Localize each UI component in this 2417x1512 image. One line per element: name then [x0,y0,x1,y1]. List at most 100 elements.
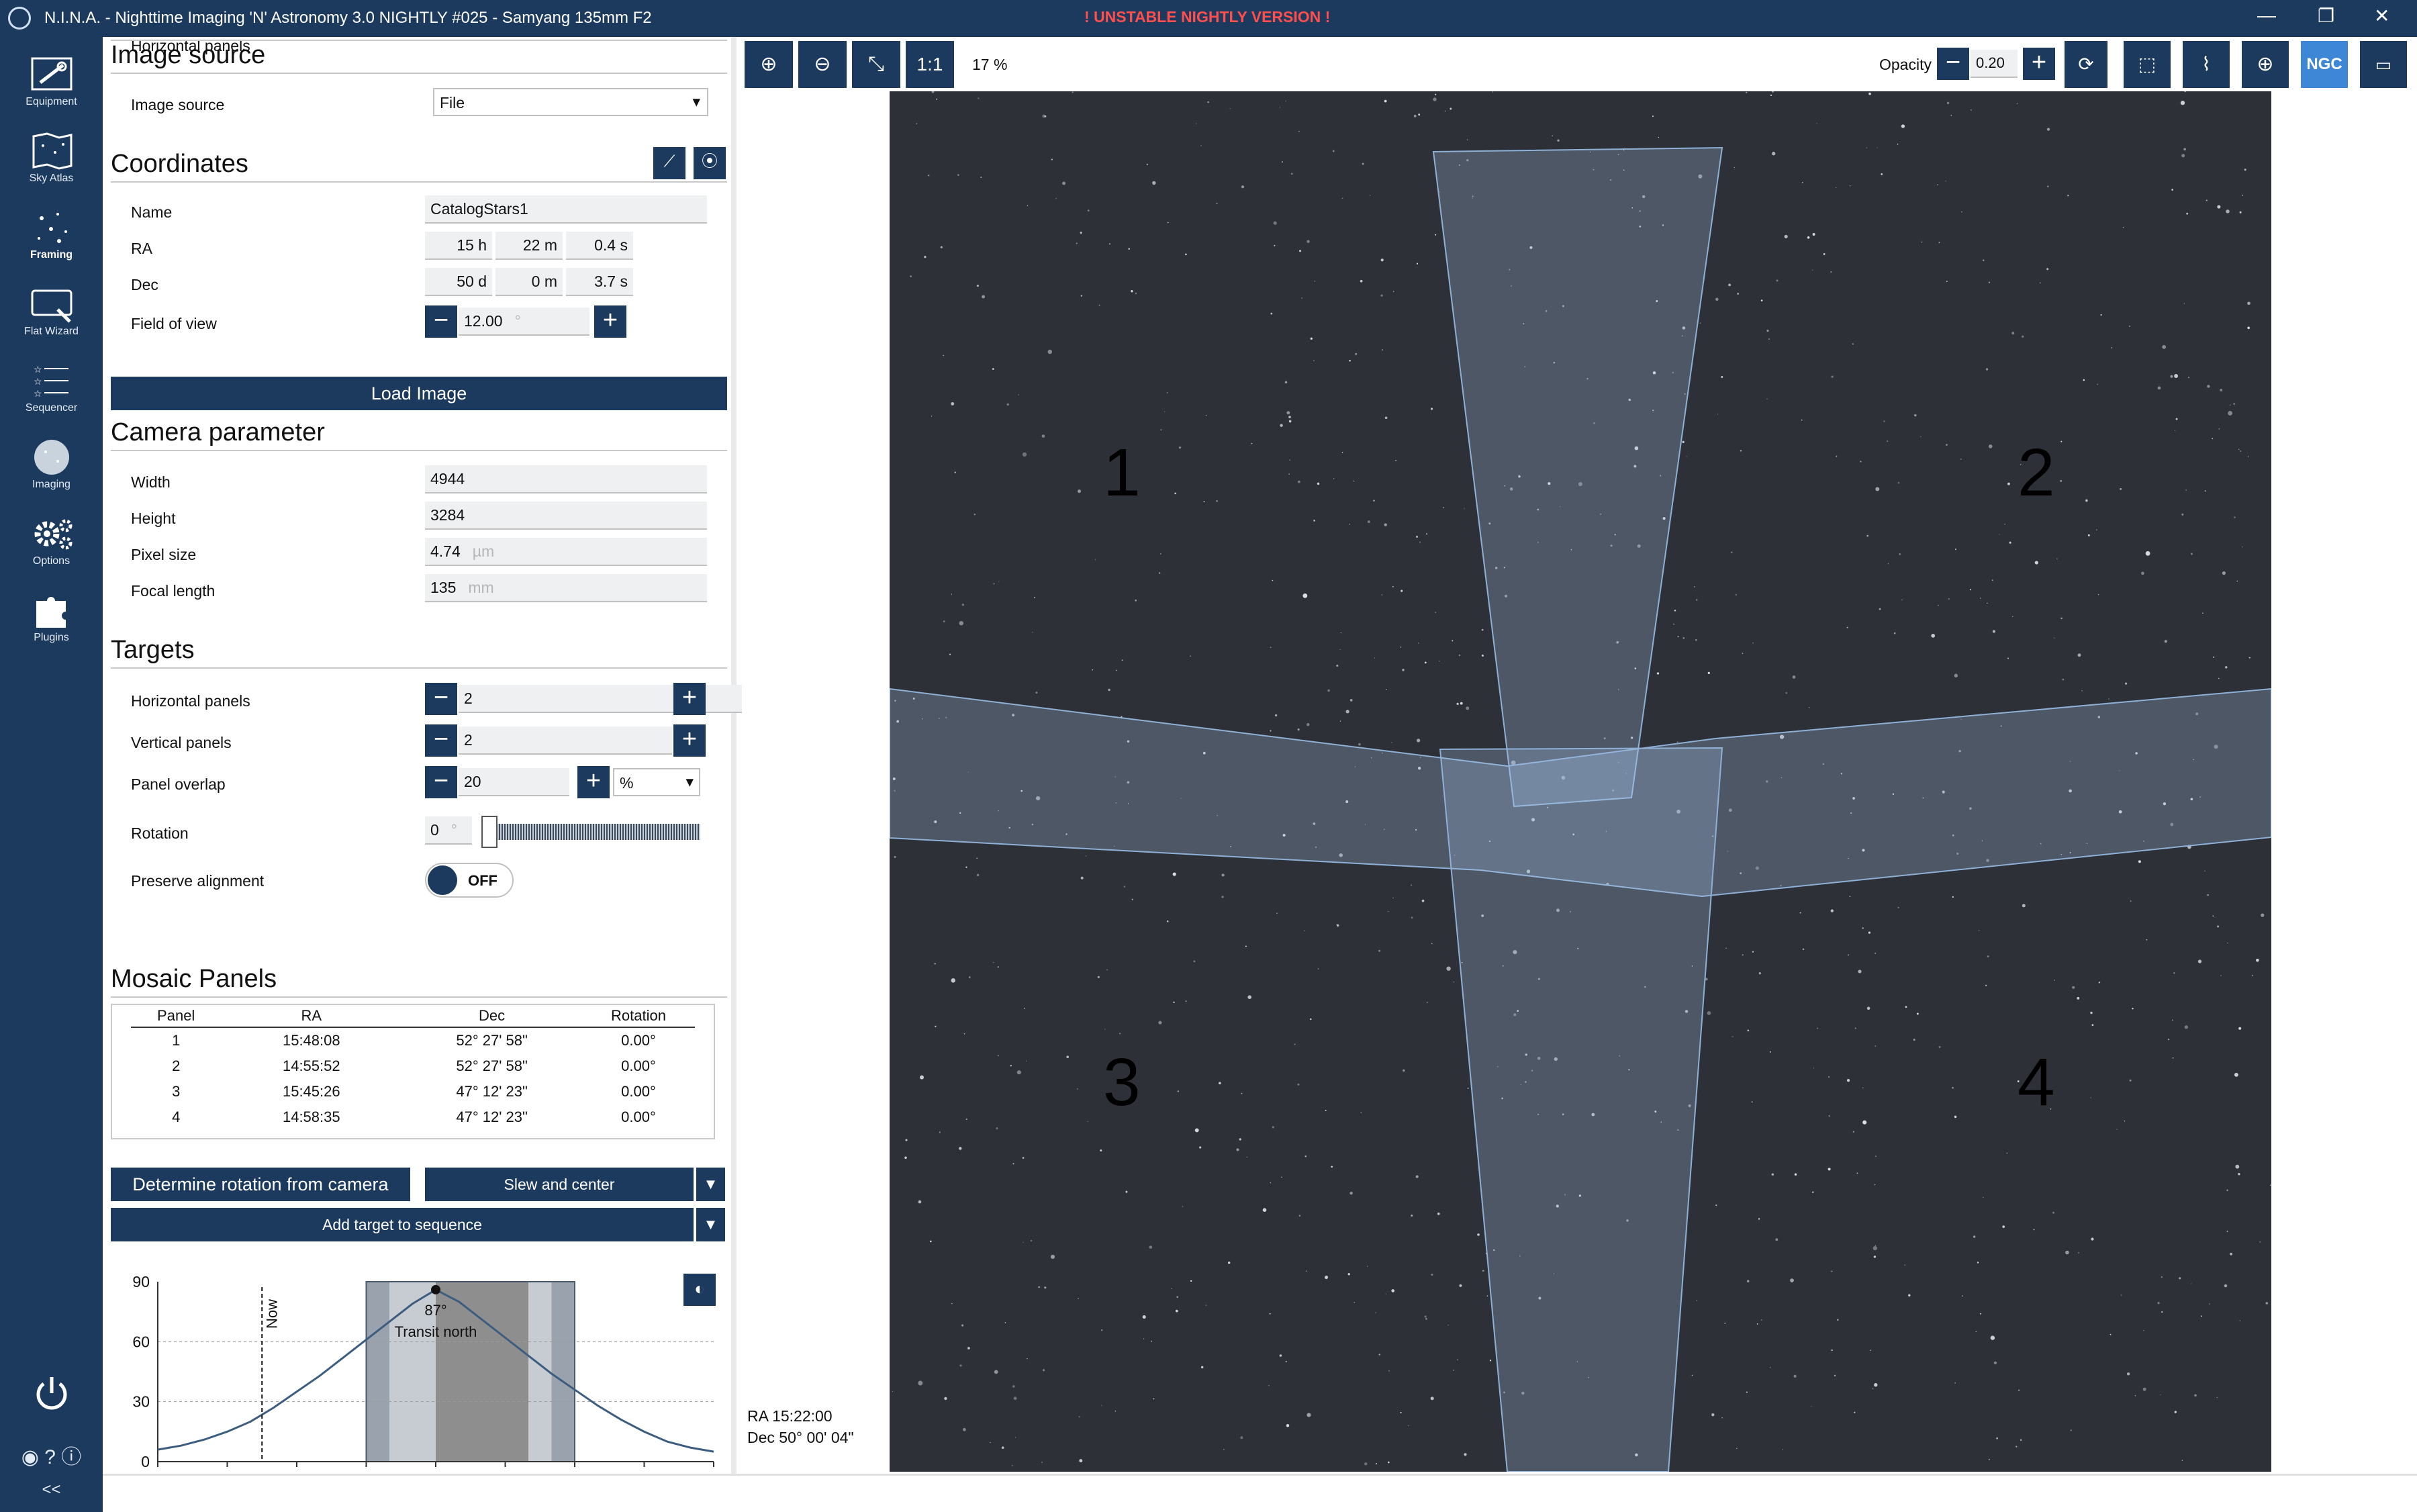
mosaic-panel-3-frame[interactable] [1439,747,1723,1472]
load-image-button[interactable]: Load Image [111,377,727,410]
ra-seconds-field[interactable]: 0.4 s [566,232,633,260]
maximize-button[interactable]: ❐ [2318,5,2334,27]
rotation-slider[interactable] [481,816,700,848]
opacity-field[interactable]: 0.20 [1971,50,2018,78]
cell: 3 [172,1083,181,1100]
overlap-decrease-button[interactable]: − [425,766,457,798]
star [1846,1078,1850,1082]
unit-m: m [544,273,557,290]
height-field[interactable]: 3284 [425,502,707,530]
minimize-button[interactable]: — [2257,5,2276,26]
fit-to-screen-button[interactable]: ⤡ [852,41,900,88]
constellation-boundaries-button[interactable]: ⬚ [2124,41,2171,88]
dso-map-button[interactable]: ▭ [2360,41,2407,88]
table-row[interactable]: 3 15:45:26 47° 12' 23" 0.00° [131,1079,695,1104]
star [1172,872,1176,876]
nav-options[interactable]: Options [0,511,103,585]
nav-equipment[interactable]: Equipment [0,52,103,126]
vpanels-increase-button[interactable]: + [673,724,706,757]
overlap-field[interactable]: 20 [459,768,569,796]
fov-decrease-button[interactable]: − [425,305,457,338]
star [918,1200,922,1204]
vpanels-decrease-button[interactable]: − [425,724,457,757]
panel-label-1: 1 [1103,435,1141,510]
framing-icon [37,213,67,243]
dec-minutes-field[interactable]: 0 m [495,268,563,296]
star [1079,1459,1083,1463]
star [2186,212,2189,215]
preserve-alignment-toggle[interactable]: OFF [425,863,514,898]
width-field[interactable]: 4944 [425,465,707,493]
moon-toggle-button[interactable]: ◐ [683,1274,716,1306]
determine-rotation-button[interactable]: Determine rotation from camera [111,1168,410,1201]
star [2218,677,2220,679]
one-to-one-button[interactable]: 1:1 [906,41,954,88]
camera-parameter-header: Camera parameter [111,418,727,451]
star [1937,184,1938,185]
grid-overlay-button[interactable]: ⊕ [2242,41,2289,88]
collapse-button[interactable]: << [0,1480,103,1499]
star [1812,1191,1814,1193]
location-button[interactable]: ⦿ [694,147,726,179]
add-target-to-sequence-button[interactable]: Add target to sequence [111,1208,694,1241]
nav-imaging[interactable]: Imaging [0,434,103,508]
star [994,1370,998,1374]
hpanels-decrease-button[interactable]: − [425,683,457,715]
hpanels-increase-button[interactable]: + [673,683,706,715]
rotate-button[interactable]: ⟳ [2065,41,2107,88]
focal-length-field[interactable]: 135 mm [425,574,707,602]
add-target-dropdown-button[interactable]: ▼ [694,1208,725,1241]
rotation-field[interactable]: 0 ° [425,816,472,845]
fov-increase-button[interactable]: + [594,305,626,338]
nav-sequencer[interactable]: ☆ ☆ ☆ Sequencer [0,358,103,432]
telescope-coordinates-button[interactable]: ⟋ [653,147,685,179]
dec-seconds-field[interactable]: 3.7 s [566,268,633,296]
sky-image[interactable]: 1 2 3 4 [890,91,2271,1472]
star [1038,1286,1040,1288]
star [1395,459,1396,461]
overlap-unit-select[interactable]: % ▾ [613,768,700,796]
zoom-out-button[interactable]: ⊖ [798,41,847,88]
star [1158,1021,1162,1025]
table-row[interactable]: 2 14:55:52 52° 27' 58" 0.00° [131,1053,695,1079]
rotation-slider-thumb[interactable] [481,816,497,848]
slew-dropdown-button[interactable]: ▼ [694,1168,725,1201]
table-row[interactable]: 1 15:48:08 52° 27' 58" 0.00° [131,1027,695,1053]
slew-and-center-button[interactable]: Slew and center [425,1168,694,1201]
info-icon[interactable]: ⓘ [61,1446,81,1468]
y-tick-label: 30 [132,1393,150,1411]
star [2097,594,2099,596]
opacity-decrease-button[interactable]: − [1937,48,1969,80]
pixel-size-field[interactable]: 4.74 µm [425,538,707,566]
close-button[interactable]: ✕ [2374,5,2389,27]
vpanels-field[interactable]: 2 [459,726,672,755]
nav-plugins[interactable]: Plugins [0,587,103,661]
ngc-annotations-button[interactable]: NGC [2301,41,2348,88]
nav-label: Framing [30,249,73,261]
ra-minutes-field[interactable]: 22 m [495,232,563,260]
star [2185,489,2187,491]
dec-degrees-field[interactable]: 50 d [425,268,492,296]
nav-framing[interactable]: Framing [0,205,103,279]
help-icon[interactable]: ? [44,1446,56,1468]
opacity-increase-button[interactable]: + [2023,48,2055,80]
star [1325,1275,1329,1279]
nav-sky-atlas[interactable]: Sky Atlas [0,128,103,202]
table-row[interactable]: 4 14:58:35 47° 12' 23" 0.00° [131,1104,695,1130]
overlap-increase-button[interactable]: + [577,766,610,798]
ra-hours-field[interactable]: 15 h [425,232,492,260]
zoom-in-button[interactable]: ⊕ [745,41,793,88]
image-source-select[interactable]: File ▾ [433,88,708,116]
star [1115,1410,1117,1412]
constellation-lines-button[interactable]: ⌇ [2183,41,2230,88]
eye-icon[interactable]: ◉ [21,1446,39,1468]
star [1035,692,1038,694]
mosaic-panel-1-frame[interactable] [1432,146,1723,808]
hpanels-field[interactable]: 2 [459,685,771,713]
fov-field[interactable]: 12.00 ° [459,308,589,336]
star [1302,593,1308,598]
power-button[interactable] [0,1373,103,1417]
nav-flat-wizard[interactable]: Flat Wizard [0,281,103,355]
star [1391,1289,1395,1292]
name-field[interactable]: CatalogStars1 [425,195,707,224]
